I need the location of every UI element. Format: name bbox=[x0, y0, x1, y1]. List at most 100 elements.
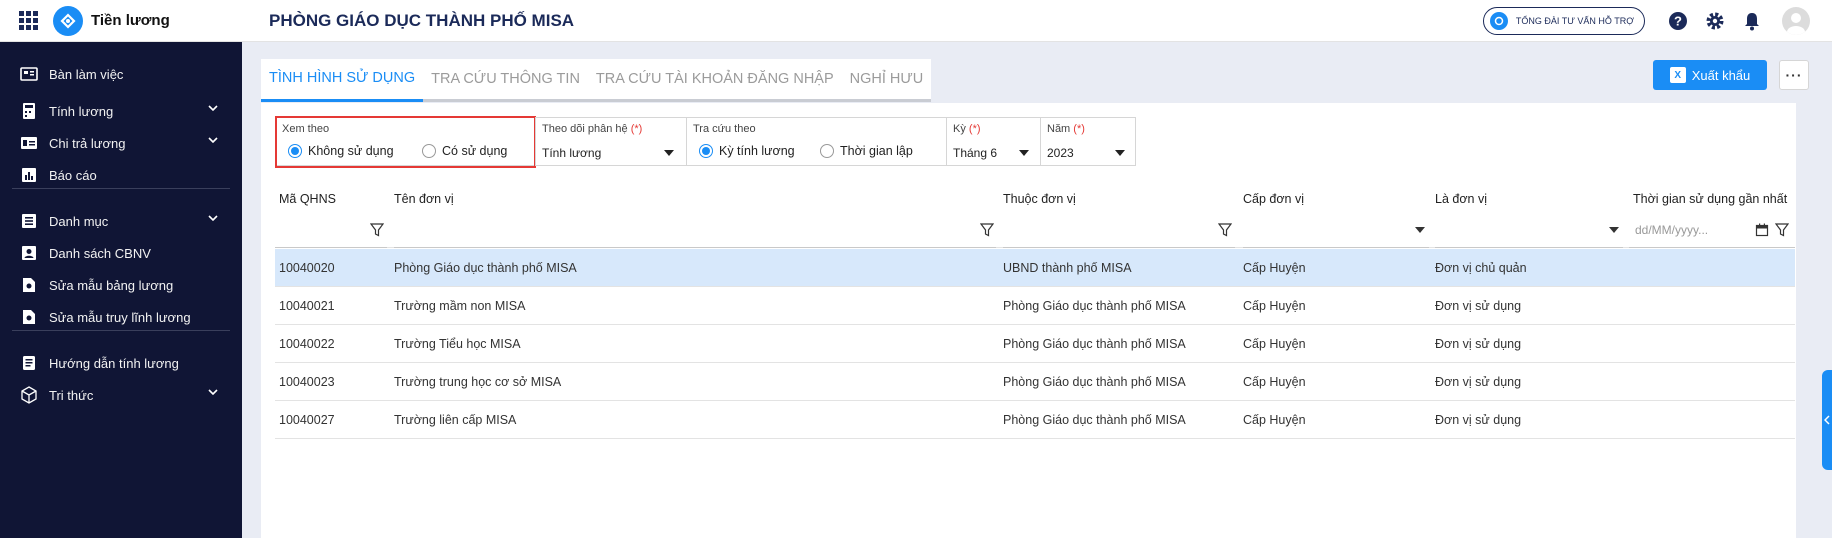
radio-pay-period[interactable]: Kỳ tính lương bbox=[699, 144, 795, 158]
support-label: TỔNG ĐÀI TƯ VẤN HỖ TRỢ bbox=[1515, 16, 1634, 26]
cell-code: 10040023 bbox=[279, 375, 335, 389]
sidebar-item-salary-payment[interactable]: Chi trả lương bbox=[0, 127, 242, 159]
side-panel-toggle[interactable] bbox=[1822, 370, 1832, 470]
column-header-unit-type[interactable]: Là đơn vị bbox=[1435, 192, 1487, 206]
highlight-box bbox=[275, 116, 536, 168]
sidebar-item-label: Tri thức bbox=[49, 387, 94, 403]
filter-cell-unit-type[interactable] bbox=[1435, 212, 1623, 248]
table-row[interactable]: 10040027 Trường liên cấp MISA Phòng Giáo… bbox=[275, 401, 1795, 439]
sidebar-item-payroll[interactable]: Tính lương bbox=[0, 95, 242, 127]
filter-cell-code bbox=[275, 212, 387, 248]
tab-bar: TÌNH HÌNH SỬ DỤNG TRA CỨU THÔNG TIN TRA … bbox=[261, 59, 932, 102]
sidebar-item-catalog[interactable]: Danh mục bbox=[0, 205, 242, 237]
column-header-parent-unit[interactable]: Thuộc đơn vị bbox=[1003, 192, 1076, 206]
export-button[interactable]: X Xuất khẩu bbox=[1653, 60, 1767, 90]
filter-icon[interactable] bbox=[1218, 223, 1232, 237]
sidebar-item-knowledge[interactable]: Tri thức bbox=[0, 379, 242, 411]
settings-gear-icon[interactable] bbox=[1704, 10, 1726, 32]
cell-unit-name: Trường mầm non MISA bbox=[394, 299, 526, 313]
dropdown-caret-icon[interactable] bbox=[1019, 150, 1029, 156]
user-avatar[interactable] bbox=[1782, 7, 1810, 35]
more-options-button[interactable]: ··· bbox=[1779, 60, 1809, 90]
filter-cell-unit-name[interactable] bbox=[394, 212, 996, 248]
chevron-down-icon bbox=[208, 105, 218, 111]
date-filter-input[interactable]: dd/MM/yyyy... bbox=[1635, 223, 1708, 237]
cell-unit-level: Cấp Huyện bbox=[1243, 413, 1306, 427]
cell-parent-unit: Phòng Giáo dục thành phố MISA bbox=[1003, 337, 1186, 351]
column-header-code[interactable]: Mã QHNS bbox=[279, 192, 336, 206]
sidebar-item-label: Hướng dẫn tính lương bbox=[49, 355, 179, 371]
sidebar-item-staff-list[interactable]: Danh sách CBNV bbox=[0, 237, 242, 269]
cell-parent-unit: Phòng Giáo dục thành phố MISA bbox=[1003, 299, 1186, 313]
app-logo-icon[interactable] bbox=[53, 5, 83, 36]
cell-unit-name: Phòng Giáo dục thành phố MISA bbox=[394, 261, 577, 275]
filter-icon[interactable] bbox=[980, 223, 994, 237]
column-header-unit-name[interactable]: Tên đơn vị bbox=[394, 192, 454, 206]
tab-usage-status[interactable]: TÌNH HÌNH SỬ DỤNG bbox=[261, 59, 424, 102]
staff-list-icon bbox=[19, 243, 39, 263]
dropdown-caret-icon[interactable] bbox=[664, 150, 674, 156]
app-grid-icon[interactable] bbox=[19, 10, 39, 31]
template-edit-icon bbox=[19, 275, 39, 295]
sidebar-item-label: Danh sách CBNV bbox=[49, 245, 151, 261]
year-value: 2023 bbox=[1047, 146, 1074, 160]
period-value: Tháng 6 bbox=[953, 146, 998, 160]
report-icon bbox=[19, 165, 39, 185]
filter-icon[interactable] bbox=[370, 223, 384, 237]
cell-unit-name: Trường liên cấp MISA bbox=[394, 413, 517, 427]
lookup-by-label: Tra cứu theo bbox=[693, 123, 756, 135]
table-row[interactable]: 10040020 Phòng Giáo dục thành phố MISA U… bbox=[275, 249, 1795, 287]
filter-cell-parent-unit[interactable] bbox=[1003, 212, 1235, 248]
table-row[interactable]: 10040021 Trường mầm non MISA Phòng Giáo … bbox=[275, 287, 1795, 325]
table-header: Mã QHNS Tên đơn vị Thuộc đơn vị Cấp đơn … bbox=[275, 183, 1795, 215]
cell-parent-unit: Phòng Giáo dục thành phố MISA bbox=[1003, 375, 1186, 389]
filter-cell-unit-level[interactable] bbox=[1243, 212, 1429, 248]
radio-unselected-icon bbox=[820, 144, 834, 158]
dropdown-caret-icon[interactable] bbox=[1609, 227, 1619, 233]
help-icon[interactable]: ? bbox=[1667, 10, 1689, 32]
sidebar-item-edit-arrears-template[interactable]: Sửa mẫu truy lĩnh lương bbox=[0, 301, 242, 333]
sidebar-item-payroll-guide[interactable]: Hướng dẫn tính lương bbox=[0, 347, 242, 379]
dropdown-caret-icon[interactable] bbox=[1415, 227, 1425, 233]
sidebar-item-label: Danh mục bbox=[49, 213, 109, 229]
chevron-down-icon bbox=[208, 215, 218, 221]
page-title: PHÒNG GIÁO DỤC THÀNH PHỐ MISA bbox=[269, 10, 575, 30]
period-select[interactable]: Kỳ (*) Tháng 6 bbox=[946, 117, 1041, 166]
calendar-icon[interactable] bbox=[1755, 223, 1769, 237]
cell-unit-type: Đơn vị chủ quản bbox=[1435, 261, 1527, 275]
period-label: Kỳ (*) bbox=[953, 123, 981, 135]
cell-unit-level: Cấp Huyện bbox=[1243, 299, 1306, 313]
column-header-unit-level[interactable]: Cấp đơn vị bbox=[1243, 192, 1304, 206]
table-row[interactable]: 10040023 Trường trung học cơ sở MISA Phò… bbox=[275, 363, 1795, 401]
tab-login-account-lookup[interactable]: TRA CỨU TÀI KHOẢN ĐĂNG NHẬP bbox=[588, 59, 842, 99]
excel-icon: X bbox=[1669, 67, 1686, 83]
module-filter[interactable]: Theo dõi phân hệ (*) Tính lương bbox=[535, 117, 687, 166]
sidebar-item-edit-payroll-template[interactable]: Sửa mẫu bảng lương bbox=[0, 269, 242, 301]
year-select[interactable]: Năm (*) 2023 bbox=[1040, 117, 1136, 166]
table-row[interactable]: 10040022 Trường Tiểu học MISA Phòng Giáo… bbox=[275, 325, 1795, 363]
module-value: Tính lương bbox=[542, 146, 602, 160]
filter-icon[interactable] bbox=[1775, 223, 1789, 237]
cell-unit-name: Trường Tiểu học MISA bbox=[394, 337, 521, 351]
sidebar-item-reports[interactable]: Báo cáo bbox=[0, 159, 242, 191]
guide-icon bbox=[19, 353, 39, 373]
cell-unit-type: Đơn vị sử dụng bbox=[1435, 337, 1522, 351]
tab-info-lookup[interactable]: TRA CỨU THÔNG TIN bbox=[423, 59, 588, 99]
sidebar-item-label: Sửa mẫu bảng lương bbox=[49, 277, 174, 293]
top-bar: Tiền lương PHÒNG GIÁO DỤC THÀNH PHỐ MISA… bbox=[0, 0, 1832, 42]
sidebar: Bàn làm việc Tính lương Chi trả lương Bá… bbox=[0, 42, 242, 538]
notification-bell-icon[interactable] bbox=[1741, 10, 1763, 32]
filter-cell-last-used[interactable]: dd/MM/yyyy... bbox=[1629, 212, 1795, 248]
sidebar-item-label: Bàn làm việc bbox=[49, 66, 124, 82]
sidebar-item-dashboard[interactable]: Bàn làm việc bbox=[0, 58, 242, 90]
cell-unit-level: Cấp Huyện bbox=[1243, 375, 1306, 389]
sidebar-divider bbox=[12, 188, 230, 189]
svg-text:?: ? bbox=[1674, 14, 1682, 29]
cell-unit-type: Đơn vị sử dụng bbox=[1435, 299, 1522, 313]
app-name: Tiền lương bbox=[91, 12, 170, 29]
tab-retirement[interactable]: NGHỈ HƯU bbox=[842, 59, 932, 99]
column-header-last-used[interactable]: Thời gian sử dụng gần nhất bbox=[1633, 192, 1787, 206]
dropdown-caret-icon[interactable] bbox=[1115, 150, 1125, 156]
radio-created-time[interactable]: Thời gian lập bbox=[820, 144, 913, 158]
support-hotline-button[interactable]: TỔNG ĐÀI TƯ VẤN HỖ TRỢ bbox=[1482, 7, 1645, 35]
